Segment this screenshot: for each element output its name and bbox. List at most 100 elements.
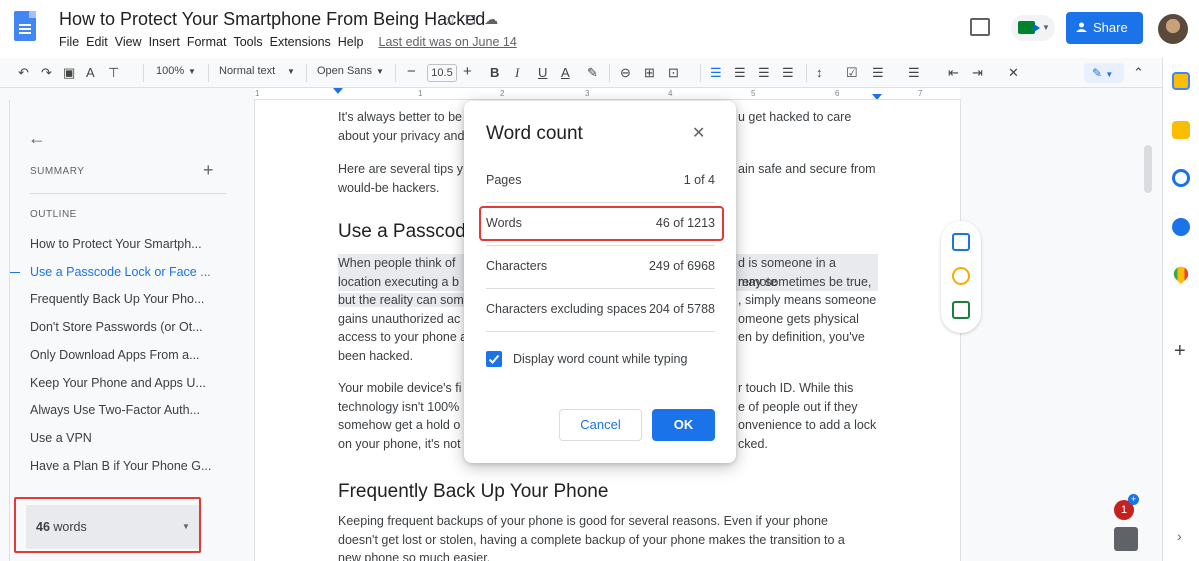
maps-icon[interactable] [1170, 263, 1192, 285]
insert-link-icon[interactable]: ⊖ [620, 65, 631, 81]
add-comment-icon[interactable]: ⊞ [644, 65, 655, 81]
star-icon[interactable]: ☆ [444, 11, 465, 27]
font-select[interactable]: Open Sans [317, 65, 372, 77]
menu-view[interactable]: View [115, 35, 142, 49]
paint-format-icon[interactable]: ⊤ [108, 65, 119, 81]
text-fragment: access to your phone a [338, 330, 468, 344]
text-fragment: u get hacked to care [738, 110, 852, 124]
word-count-dialog: Word count ✕ Pages 1 of 4 Words 46 of 12… [464, 101, 736, 463]
outline-item[interactable]: How to Protect Your Smartph... [30, 237, 202, 251]
font-size-input[interactable]: 10.5 [427, 64, 457, 82]
undo-icon[interactable]: ↶ [18, 65, 29, 81]
explore-icon[interactable] [1114, 527, 1138, 551]
person-icon [1076, 22, 1087, 32]
align-center-icon[interactable]: ☰ [734, 65, 746, 81]
menu-file[interactable]: File [59, 35, 79, 49]
highlight-color-icon[interactable]: ✎ [587, 65, 598, 81]
last-edit-link[interactable]: Last edit was on June 14 [379, 35, 517, 49]
outline-item[interactable]: Always Use Two-Factor Auth... [30, 403, 200, 417]
menu-extensions[interactable]: Extensions [270, 35, 331, 49]
tasks-icon[interactable] [1172, 169, 1190, 187]
stat-value: 1 of 4 [683, 173, 715, 187]
document-title[interactable]: How to Protect Your Smartphone From Bein… [59, 9, 485, 30]
insert-image-icon[interactable]: ⊡ [668, 65, 679, 81]
align-left-icon[interactable]: ☰ [710, 65, 722, 81]
style-select[interactable]: Normal text [219, 65, 275, 77]
italic-icon[interactable]: I [515, 65, 519, 81]
increase-font-size-icon[interactable]: + [463, 63, 472, 80]
toolbar-divider [700, 64, 701, 82]
checkmark-icon [488, 354, 500, 364]
ok-button[interactable]: OK [652, 409, 715, 441]
calendar-icon[interactable] [1172, 72, 1190, 90]
contacts-icon[interactable] [1172, 218, 1190, 236]
back-arrow-icon[interactable]: ← [28, 128, 46, 149]
vertical-scrollbar[interactable] [1144, 145, 1152, 193]
bulleted-list-icon[interactable]: ☰ [872, 65, 884, 81]
menu-help[interactable]: Help [338, 35, 364, 49]
chevron-down-icon: ▼ [376, 67, 384, 76]
keep-icon[interactable] [1172, 121, 1190, 139]
outline-item[interactable]: Don't Store Passwords (or Ot... [30, 320, 203, 334]
vertical-ruler [0, 100, 10, 561]
text-fragment: cked. [738, 436, 768, 451]
toolbar-divider [143, 64, 144, 82]
account-avatar[interactable] [1158, 14, 1188, 44]
collapse-menus-icon[interactable]: ⌃ [1133, 65, 1144, 81]
decrease-indent-icon[interactable]: ⇤ [948, 65, 959, 81]
checkbox-label[interactable]: Display word count while typing [513, 352, 687, 366]
checklist-icon[interactable]: ☑ [846, 65, 858, 81]
add-addon-icon[interactable]: + [1174, 340, 1186, 363]
menu-tools[interactable]: Tools [233, 35, 262, 49]
outline-item[interactable]: Have a Plan B if Your Phone G... [30, 459, 211, 473]
horizontal-ruler[interactable]: 1 1 2 3 4 5 6 7 [255, 88, 960, 100]
move-folder-icon[interactable]: ⊡ [465, 11, 485, 27]
text-fragment: e of people out if they [738, 399, 858, 414]
spellcheck-icon[interactable]: A [86, 65, 95, 80]
menu-format[interactable]: Format [187, 35, 227, 49]
ruler-mark: 7 [918, 89, 923, 98]
outline-item[interactable]: Keep Your Phone and Apps U... [30, 376, 206, 390]
zoom-select[interactable]: 100% [156, 65, 184, 77]
docs-logo-icon[interactable] [14, 11, 36, 41]
outline-item[interactable]: Frequently Back Up Your Pho... [30, 292, 204, 306]
menu-edit[interactable]: Edit [86, 35, 108, 49]
add-summary-icon[interactable]: + [203, 160, 214, 181]
outline-item[interactable]: Only Download Apps From a... [30, 348, 200, 362]
text-fragment: Here are several tips y [338, 162, 464, 176]
bold-icon[interactable]: B [490, 65, 499, 80]
close-icon[interactable]: ✕ [692, 123, 705, 143]
share-button[interactable]: Share [1066, 12, 1143, 44]
outline-heading: OUTLINE [30, 209, 77, 220]
cloud-status-icon[interactable]: ☁ [484, 11, 506, 27]
justify-icon[interactable]: ☰ [782, 65, 794, 81]
decrease-font-size-icon[interactable]: − [407, 63, 416, 80]
cancel-button[interactable]: Cancel [559, 409, 642, 441]
suggest-edits-icon[interactable] [952, 301, 970, 319]
meet-button[interactable]: ▼ [1011, 15, 1055, 41]
underline-icon[interactable]: U [538, 65, 547, 80]
editing-mode-button[interactable]: ✎ ▼ [1084, 63, 1124, 83]
text-line: new phone so much easier. [338, 551, 491, 561]
outline-item[interactable]: Use a VPN [30, 431, 92, 445]
line-spacing-icon[interactable]: ↕ [816, 65, 823, 80]
redo-icon[interactable]: ↷ [41, 65, 52, 81]
text-color-icon[interactable]: A [561, 65, 570, 80]
align-right-icon[interactable]: ☰ [758, 65, 770, 81]
increase-indent-icon[interactable]: ⇥ [972, 65, 983, 81]
left-indent-marker[interactable] [333, 88, 343, 94]
chevron-right-icon[interactable]: › [1177, 528, 1182, 544]
numbered-list-icon[interactable]: ☰ [908, 65, 920, 81]
toolbar-divider [806, 64, 807, 82]
emoji-reaction-icon[interactable] [952, 267, 970, 285]
chevron-down-icon: ▼ [1042, 23, 1050, 32]
side-panel: + › [1162, 58, 1199, 561]
menu-insert[interactable]: Insert [149, 35, 180, 49]
clear-formatting-icon[interactable]: ✕ [1008, 65, 1019, 81]
comment-history-icon[interactable] [970, 18, 990, 36]
display-word-count-checkbox[interactable] [486, 351, 502, 367]
toolbar-divider [609, 64, 610, 82]
print-icon[interactable]: ▣ [63, 65, 75, 81]
outline-item-active[interactable]: Use a Passcode Lock or Face ... [10, 265, 211, 279]
add-comment-icon[interactable] [952, 233, 970, 251]
